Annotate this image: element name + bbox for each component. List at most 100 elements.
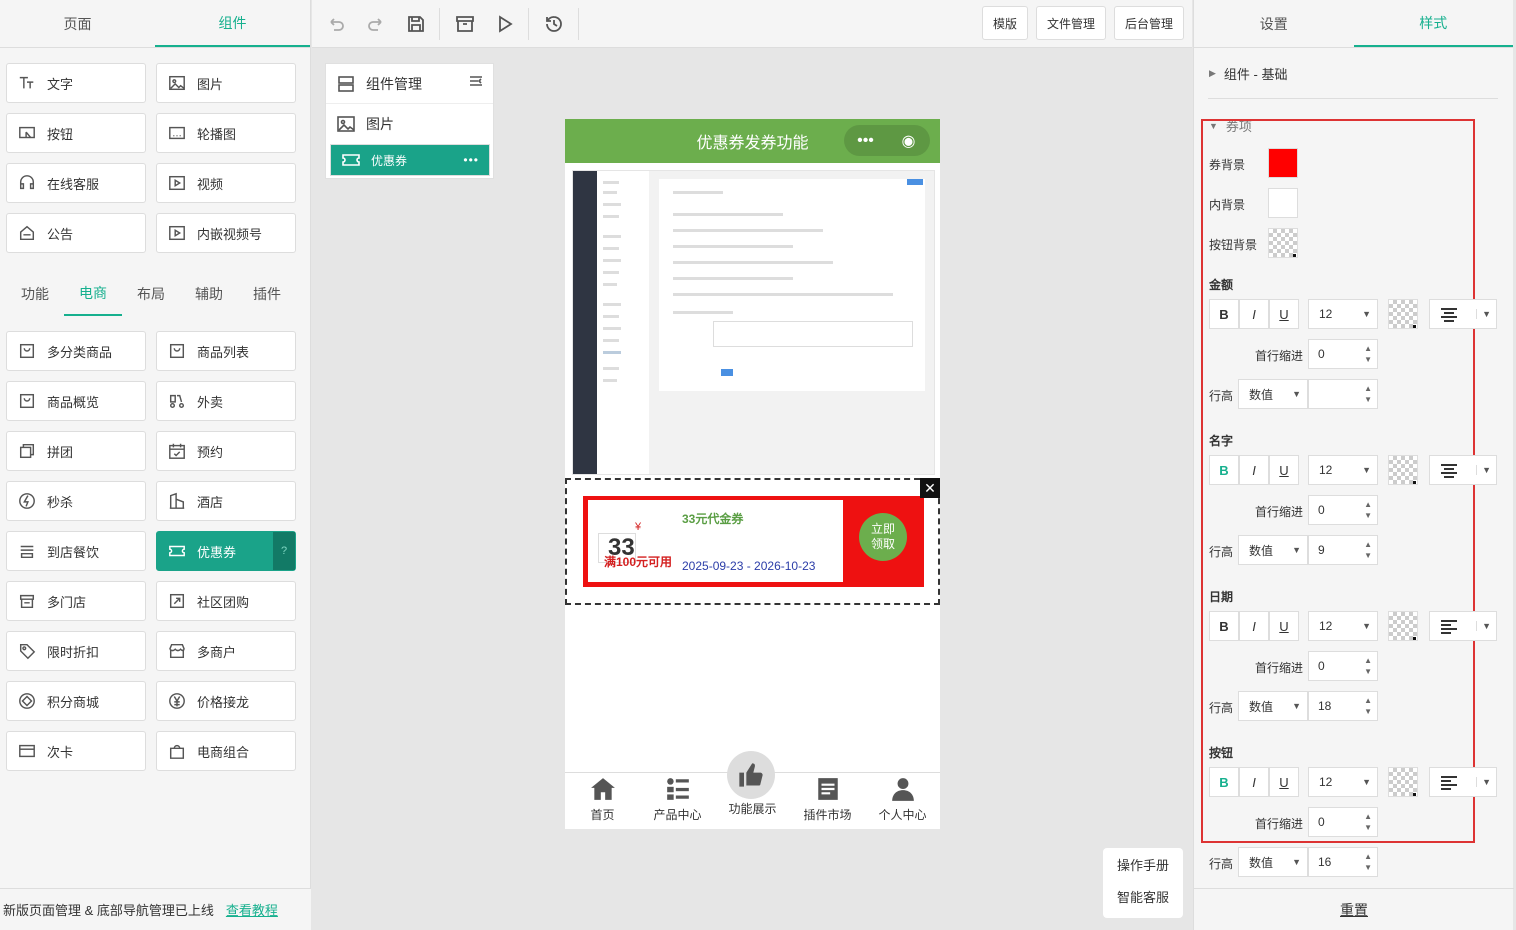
comp-multi-category-goods[interactable]: 多分类商品 <box>6 331 146 371</box>
coupon-component[interactable]: ¥33 满100元可用 33元代金券 2025-09-23 - 2026-10-… <box>565 478 940 605</box>
tab-page[interactable]: 页面 <box>0 0 155 47</box>
group-date-underline-button[interactable]: U <box>1269 611 1299 641</box>
group-date-italic-button[interactable]: I <box>1239 611 1269 641</box>
comp-multi-merchant[interactable]: 多商户 <box>156 631 296 671</box>
group-button-indent-input[interactable]: 0 ▲ ▼ <box>1308 807 1378 837</box>
inner-bg-swatch[interactable] <box>1268 188 1298 218</box>
preview-button[interactable] <box>490 8 520 40</box>
comp-image[interactable]: 图片 <box>156 63 296 103</box>
comp-text[interactable]: 文字 <box>6 63 146 103</box>
group-amount-italic-button[interactable]: I <box>1239 299 1269 329</box>
group-date-line-height-input[interactable]: 18 ▲ ▼ <box>1308 691 1378 721</box>
claim-button[interactable]: 立即领取 <box>859 513 907 561</box>
group-amount-line-height-input[interactable]: ▲ ▼ <box>1308 379 1378 409</box>
group-name-indent-input[interactable]: 0 ▲ ▼ <box>1308 495 1378 525</box>
more-icon[interactable]: ••• <box>844 132 887 150</box>
help-icon[interactable]: ? <box>273 532 295 570</box>
comp-goods-overview[interactable]: 商品概览 <box>6 381 146 421</box>
tabbar-products[interactable]: 产品中心 <box>640 773 715 829</box>
tab-function[interactable]: 功能 <box>6 272 64 316</box>
stepper-icon[interactable]: ▲ ▼ <box>1364 539 1372 561</box>
comp-goods-list[interactable]: 商品列表 <box>156 331 296 371</box>
stepper-icon[interactable]: ▲ ▼ <box>1364 695 1372 717</box>
comp-flash-sale[interactable]: 秒杀 <box>6 481 146 521</box>
group-name-italic-button[interactable]: I <box>1239 455 1269 485</box>
comp-takeout[interactable]: 外卖 <box>156 381 296 421</box>
comp-points-mall[interactable]: 积分商城 <box>6 681 146 721</box>
manual-link[interactable]: 操作手册 <box>1103 848 1183 880</box>
features-center-button[interactable] <box>727 751 775 799</box>
comp-reservation[interactable]: 预约 <box>156 431 296 471</box>
group-amount-bold-button[interactable]: B <box>1209 299 1239 329</box>
more-icon[interactable]: ••• <box>463 153 479 167</box>
comp-price-chain[interactable]: 价格接龙 <box>156 681 296 721</box>
group-button-underline-button[interactable]: U <box>1269 767 1299 797</box>
comp-community-group[interactable]: 社区团购 <box>156 581 296 621</box>
group-name-align-select[interactable]: ▼ <box>1429 455 1497 485</box>
group-amount-indent-input[interactable]: 0 ▲ ▼ <box>1308 339 1378 369</box>
group-button-align-select[interactable]: ▼ <box>1429 767 1497 797</box>
group-amount-line-height-mode[interactable]: 数值 ▼ <box>1238 379 1308 409</box>
tab-settings[interactable]: 设置 <box>1194 0 1354 47</box>
group-amount-underline-button[interactable]: U <box>1269 299 1299 329</box>
history-button[interactable] <box>539 8 569 40</box>
group-name-line-height-input[interactable]: 9 ▲ ▼ <box>1308 535 1378 565</box>
comp-punch-card[interactable]: 次卡 <box>6 731 146 771</box>
reset-button[interactable]: 重置 <box>1194 888 1514 930</box>
group-date-font-size-select[interactable]: 12 ▼ <box>1308 611 1378 641</box>
collapse-icon[interactable] <box>469 74 483 90</box>
comp-group-buy[interactable]: 拼团 <box>6 431 146 471</box>
stepper-icon[interactable]: ▲ ▼ <box>1364 851 1372 873</box>
stepper-icon[interactable]: ▲ ▼ <box>1364 655 1372 677</box>
group-name-line-height-mode[interactable]: 数值 ▼ <box>1238 535 1308 565</box>
stepper-icon[interactable]: ▲ ▼ <box>1364 383 1372 405</box>
tab-style[interactable]: 样式 <box>1353 0 1513 47</box>
comp-ecommerce-combo[interactable]: 电商组合 <box>156 731 296 771</box>
group-date-line-height-mode[interactable]: 数值 ▼ <box>1238 691 1308 721</box>
comp-embedded-channel[interactable]: 内嵌视频号 <box>156 213 296 253</box>
stepper-icon[interactable]: ▲ ▼ <box>1364 499 1372 521</box>
group-amount-font-size-select[interactable]: 12 ▼ <box>1308 299 1378 329</box>
tab-components[interactable]: 组件 <box>155 0 310 47</box>
undo-button[interactable] <box>321 8 351 40</box>
comp-notice[interactable]: 公告 <box>6 213 146 253</box>
group-name-bold-button[interactable]: B <box>1209 455 1239 485</box>
redo-button[interactable] <box>361 8 391 40</box>
stepper-icon[interactable]: ▲ ▼ <box>1364 343 1372 365</box>
screenshot-image[interactable] <box>572 170 935 475</box>
tab-layout[interactable]: 布局 <box>122 272 180 316</box>
group-button-line-height-input[interactable]: 16 ▲ ▼ <box>1308 847 1378 877</box>
group-button-line-height-mode[interactable]: 数值 ▼ <box>1238 847 1308 877</box>
tab-plugin[interactable]: 插件 <box>238 272 296 316</box>
comp-hotel[interactable]: 酒店 <box>156 481 296 521</box>
close-circle-icon[interactable]: ◉ <box>887 131 930 151</box>
tab-auxiliary[interactable]: 辅助 <box>180 272 238 316</box>
tabbar-profile[interactable]: 个人中心 <box>865 773 940 829</box>
tabbar-home[interactable]: 首页 <box>565 773 640 829</box>
group-button-italic-button[interactable]: I <box>1239 767 1269 797</box>
group-date-indent-input[interactable]: 0 ▲ ▼ <box>1308 651 1378 681</box>
tutorial-link[interactable]: 查看教程 <box>226 900 278 919</box>
group-button-bold-button[interactable]: B <box>1209 767 1239 797</box>
stepper-icon[interactable]: ▲ ▼ <box>1364 811 1372 833</box>
group-date-align-select[interactable]: ▼ <box>1429 611 1497 641</box>
file-manager-button[interactable]: 文件管理 <box>1036 6 1107 40</box>
archive-button[interactable] <box>450 8 480 40</box>
close-icon[interactable]: ✕ <box>920 478 940 498</box>
admin-button[interactable]: 后台管理 <box>1114 6 1185 40</box>
section-basic[interactable]: ▶ 组件 - 基础 <box>1209 64 1287 83</box>
group-name-font-size-select[interactable]: 12 ▼ <box>1308 455 1378 485</box>
group-date-bold-button[interactable]: B <box>1209 611 1239 641</box>
group-name-underline-button[interactable]: U <box>1269 455 1299 485</box>
comp-video[interactable]: 视频 <box>156 163 296 203</box>
comp-dine-in[interactable]: 到店餐饮 <box>6 531 146 571</box>
comp-carousel[interactable]: 轮播图 <box>156 113 296 153</box>
comp-online-service[interactable]: 在线客服 <box>6 163 146 203</box>
comp-multi-store[interactable]: 多门店 <box>6 581 146 621</box>
save-button[interactable] <box>401 8 431 40</box>
manager-item-image[interactable]: 图片 <box>326 108 493 140</box>
comp-coupon[interactable]: 优惠券? <box>156 531 296 571</box>
group-amount-align-select[interactable]: ▼ <box>1429 299 1497 329</box>
template-button[interactable]: 模版 <box>982 6 1029 40</box>
comp-button[interactable]: 按钮 <box>6 113 146 153</box>
